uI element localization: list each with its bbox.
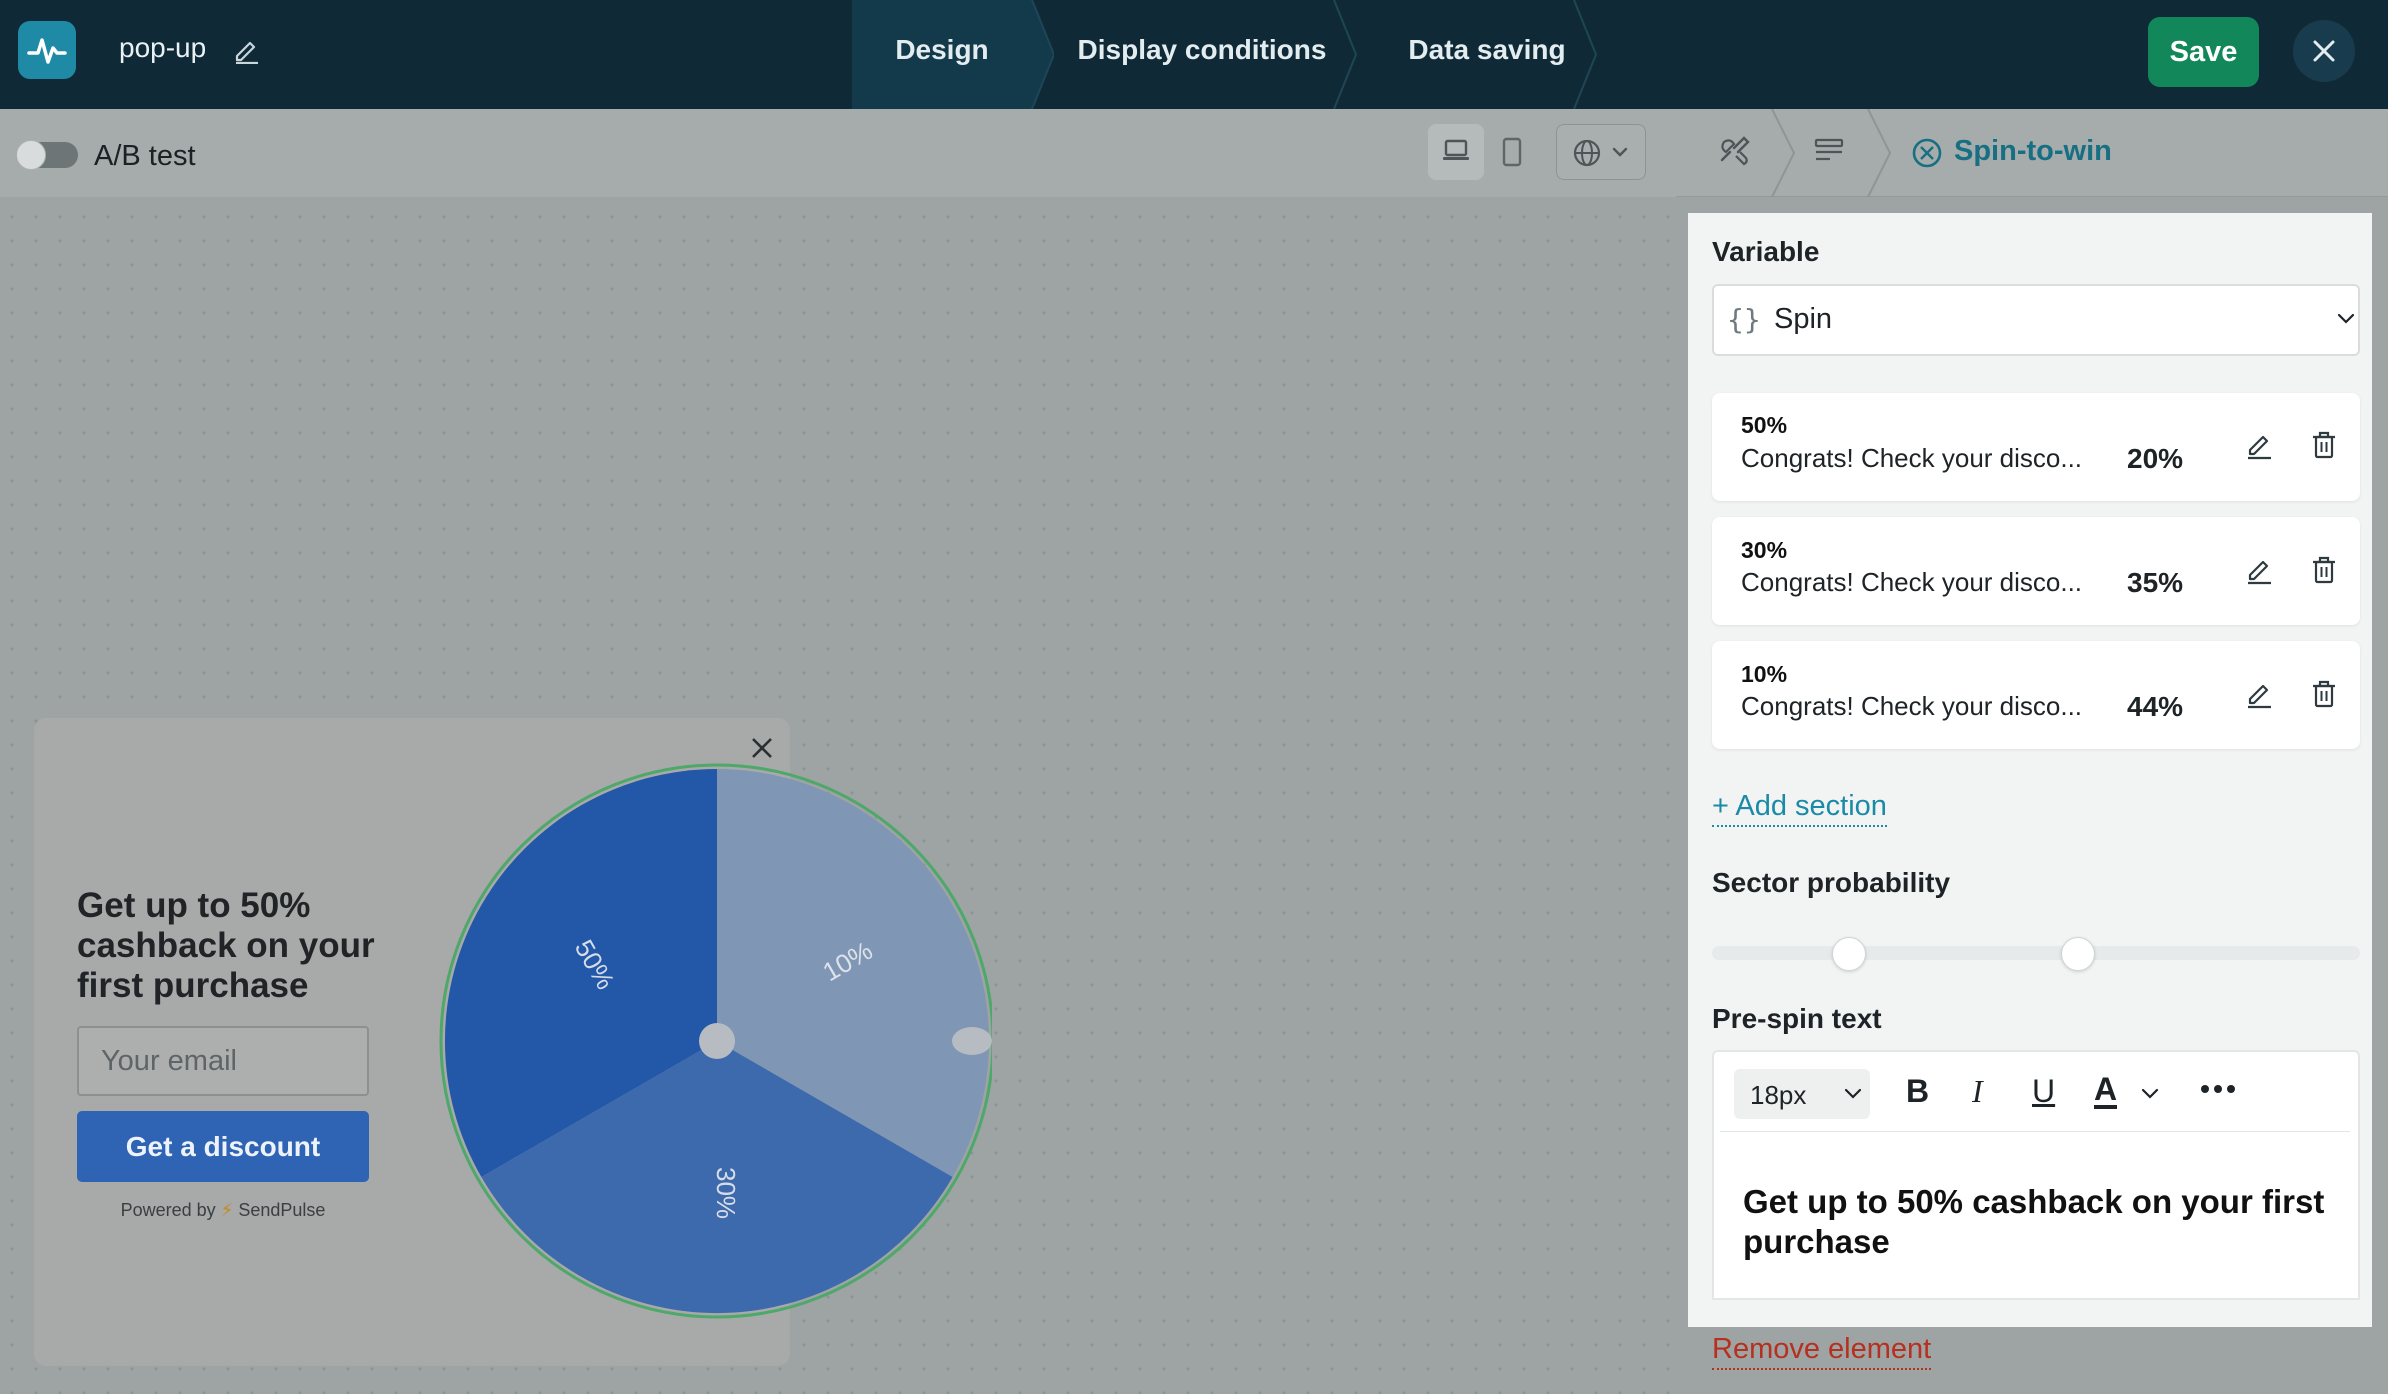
section-message: Congrats! Check your disco... <box>1741 443 2083 473</box>
powered-by: Powered by ⚡ SendPulse <box>77 1200 369 1221</box>
breadcrumb-separator <box>1771 109 1796 197</box>
section-name: 10% <box>1741 661 1788 687</box>
probability-slider-handle-2[interactable] <box>2061 937 2095 971</box>
variable-braces-icon: {} <box>1727 303 1761 336</box>
sector-probability-label: Sector probability <box>1712 867 1951 898</box>
popup-heading[interactable]: Get up to 50% cashback on your first pur… <box>77 886 377 1006</box>
add-section-link[interactable]: + Add section <box>1712 790 1887 827</box>
powered-by-brand: SendPulse <box>238 1200 326 1220</box>
pre-spin-text-label: Pre-spin text <box>1712 1003 1882 1034</box>
italic-icon[interactable]: I <box>1972 1073 1983 1110</box>
more-options-icon[interactable] <box>2200 1084 2236 1094</box>
probability-slider-handle-1[interactable] <box>1832 937 1866 971</box>
globe-icon <box>1573 139 1628 167</box>
edit-section-icon[interactable] <box>2244 430 2274 460</box>
wheel-center-hub <box>699 1023 735 1059</box>
variable-label: Variable <box>1712 236 1820 267</box>
sector-probability-slider[interactable] <box>1712 946 2360 960</box>
breadcrumb-current: Spin-to-win <box>1954 135 2112 167</box>
section-message: Congrats! Check your disco... <box>1741 691 2083 721</box>
step-separator <box>1333 0 1358 109</box>
breadcrumb-separator <box>1867 109 1892 197</box>
section-probability: 44% <box>2127 691 2184 722</box>
text-color-icon[interactable]: A <box>2094 1073 2118 1109</box>
section-probability: 20% <box>2127 443 2184 474</box>
step-design[interactable]: Design <box>852 0 1032 109</box>
ab-test-label: A/B test <box>94 140 196 172</box>
section-probability: 35% <box>2127 567 2184 598</box>
get-discount-button[interactable]: Get a discount <box>77 1111 369 1182</box>
style-icon[interactable] <box>1716 134 1752 170</box>
bold-icon[interactable]: B <box>1906 1073 1929 1110</box>
edit-section-icon[interactable] <box>2244 555 2274 585</box>
mobile-view-button[interactable] <box>1490 124 1534 180</box>
font-size-value[interactable]: 18px <box>1750 1080 1806 1111</box>
popup-close-icon[interactable] <box>750 736 774 760</box>
chevron-down-icon[interactable] <box>2336 312 2356 326</box>
wheel-pointer <box>952 1027 992 1055</box>
close-icon <box>2313 40 2335 62</box>
language-selector[interactable] <box>1556 124 1646 180</box>
chevron-down-icon[interactable] <box>2140 1087 2160 1101</box>
save-button[interactable]: Save <box>2148 17 2259 87</box>
delete-section-icon[interactable] <box>2310 555 2338 585</box>
underline-icon[interactable]: U <box>2032 1073 2055 1110</box>
pulse-logo-icon <box>27 38 67 64</box>
lightning-icon: ⚡ <box>220 1200 234 1220</box>
close-editor-button[interactable] <box>2293 20 2355 82</box>
laptop-icon <box>1443 139 1469 160</box>
powered-by-text: Powered by <box>120 1200 216 1220</box>
edit-section-icon[interactable] <box>2244 679 2274 709</box>
section-message: Congrats! Check your disco... <box>1741 567 2083 597</box>
delete-section-icon[interactable] <box>2310 430 2338 460</box>
spin-wheel-icon <box>1912 138 1942 168</box>
variable-select-value[interactable]: Spin <box>1774 303 1832 336</box>
ab-test-toggle-knob[interactable] <box>16 140 46 170</box>
mobile-icon <box>1502 137 1522 167</box>
pre-spin-text-content[interactable]: Get up to 50% cashback on your first pur… <box>1743 1182 2333 1262</box>
edit-title-icon[interactable] <box>232 36 260 64</box>
spin-wheel[interactable]: 50% 10% 30% <box>432 761 992 1321</box>
section-name: 50% <box>1741 412 1788 438</box>
desktop-view-button[interactable] <box>1428 124 1484 180</box>
wheel-label-30: 30% <box>711 1167 741 1219</box>
popup-email-input[interactable] <box>77 1026 369 1096</box>
remove-element-link[interactable]: Remove element <box>1712 1333 1932 1370</box>
editor-toolbar-divider <box>1720 1131 2350 1132</box>
form-icon[interactable] <box>1812 134 1846 168</box>
canvas-toolbar <box>0 109 1676 197</box>
chevron-down-icon[interactable] <box>1843 1087 1863 1101</box>
step-separator <box>1024 0 1054 109</box>
step-separator <box>1573 0 1598 109</box>
app-logo[interactable] <box>18 21 76 79</box>
document-title: pop-up <box>119 32 207 63</box>
step-display-conditions[interactable]: Display conditions <box>1052 0 1352 109</box>
section-name: 30% <box>1741 537 1788 563</box>
delete-section-icon[interactable] <box>2310 679 2338 709</box>
